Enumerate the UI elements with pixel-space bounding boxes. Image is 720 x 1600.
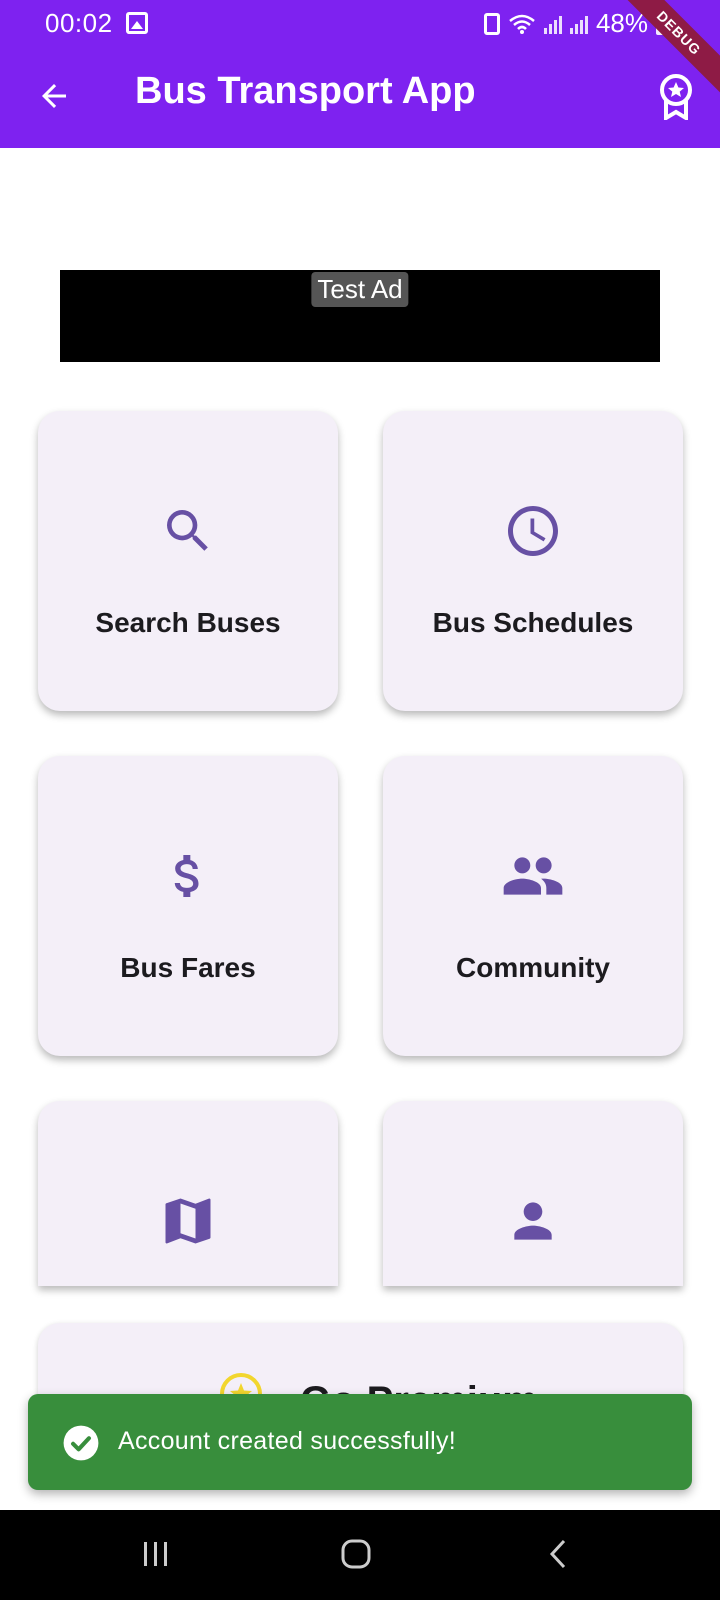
- dollar-icon: [38, 846, 338, 906]
- search-buses-label: Search Buses: [95, 607, 281, 638]
- map-card[interactable]: [38, 1101, 338, 1286]
- person-icon: [383, 1191, 683, 1251]
- signal-icon-1: [543, 14, 562, 34]
- bus-schedules-label: Bus Schedules: [432, 607, 634, 638]
- status-time: 00:02: [45, 8, 113, 38]
- ad-label: Test Ad: [311, 272, 409, 307]
- wifi-icon: [509, 14, 535, 34]
- chevron-left-icon: [549, 1539, 566, 1569]
- bus-fares-label: Bus Fares: [120, 952, 256, 983]
- community-label: Community: [456, 952, 610, 983]
- award-icon: [660, 74, 692, 120]
- recent-apps-button[interactable]: [126, 1532, 186, 1576]
- battery-saver-icon: [483, 12, 500, 35]
- snackbar-message: Account created successfully!: [118, 1427, 457, 1455]
- bus-schedules-card[interactable]: Bus Schedules: [383, 411, 683, 711]
- clock-icon: [383, 501, 683, 561]
- top-bar: 00:02 48% Bus Transport App DEBUG: [0, 0, 720, 148]
- search-buses-card[interactable]: Search Buses: [38, 411, 338, 711]
- arrow-back-icon: [42, 84, 66, 108]
- premium-award-button[interactable]: [650, 68, 702, 124]
- check-circle-icon: [63, 1425, 99, 1461]
- nav-back-button[interactable]: [528, 1532, 588, 1576]
- bus-fares-card[interactable]: Bus Fares: [38, 756, 338, 1056]
- success-snackbar: Account created successfully!: [28, 1394, 692, 1490]
- home-button[interactable]: [326, 1532, 386, 1576]
- search-icon: [38, 501, 338, 561]
- app-bar: Bus Transport App: [0, 48, 720, 148]
- home-icon: [341, 1539, 371, 1569]
- people-icon: [383, 846, 683, 906]
- signal-icon-2: [569, 14, 588, 34]
- app-title: Bus Transport App: [135, 70, 476, 112]
- status-bar: 00:02 48%: [0, 0, 720, 48]
- profile-card[interactable]: [383, 1101, 683, 1286]
- ad-banner[interactable]: Test Ad: [60, 270, 660, 362]
- gallery-notification-icon: [126, 12, 148, 34]
- community-card[interactable]: Community: [383, 756, 683, 1056]
- system-nav-bar: [0, 1510, 720, 1600]
- back-button[interactable]: [30, 72, 78, 120]
- map-icon: [38, 1191, 338, 1251]
- recent-apps-icon: [144, 1542, 167, 1566]
